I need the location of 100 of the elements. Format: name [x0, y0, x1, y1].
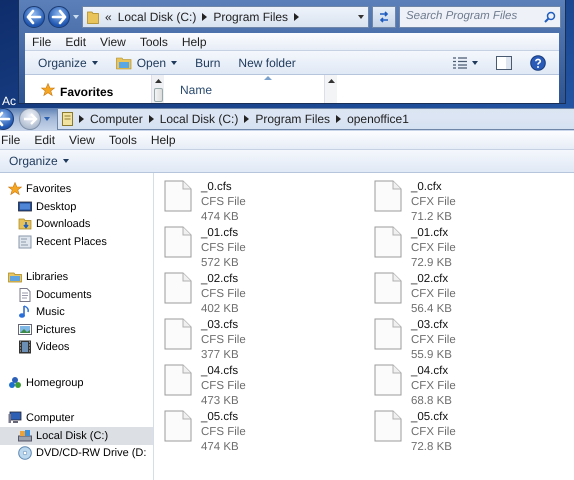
file-size: 474 KB [201, 440, 240, 454]
file-type: CFS File [201, 194, 246, 210]
toolbar-button[interactable]: Organize [2, 150, 76, 172]
file-type: CFS File [201, 378, 246, 394]
toolbar-button[interactable]: Burn [188, 52, 228, 74]
file-size: 72.8 KB [411, 440, 453, 454]
file-icon [164, 226, 192, 258]
scroll-thumb[interactable] [154, 88, 162, 102]
monitor-icon [18, 200, 32, 214]
breadcrumb-item[interactable]: Program Files [255, 110, 330, 128]
file-icon [374, 272, 402, 304]
dropdown-caret-icon [358, 14, 364, 18]
nav-item[interactable]: Local Disk (C:) [0, 427, 153, 444]
file-name[interactable]: _01.cfs [201, 226, 246, 240]
nav-item[interactable]: Videos [0, 338, 153, 356]
file-type: CFX File [411, 332, 456, 348]
file-size: 56.4 KB [411, 302, 453, 316]
help-icon [530, 54, 546, 70]
file-name[interactable]: _03.cfs [201, 318, 246, 332]
file-icon [164, 364, 192, 396]
breadcrumb-item[interactable]: Local Disk (C:) [160, 110, 238, 128]
breadcrumb-item[interactable]: Program Files [213, 8, 288, 26]
scrollbar[interactable] [151, 75, 164, 103]
breadcrumb-item[interactable]: Local Disk (C:) [118, 8, 196, 26]
caret-icon [62, 158, 69, 162]
menu-item[interactable]: Tools [132, 32, 175, 50]
toolbar-button[interactable]: Organize [31, 52, 105, 74]
chevron-icon [336, 115, 342, 124]
folder-icon [116, 56, 132, 70]
file-name[interactable]: _04.cfx [411, 364, 456, 378]
file-name[interactable]: _0.cfs [201, 180, 246, 194]
file-name[interactable]: _02.cfx [411, 272, 456, 286]
scrollbar[interactable] [324, 75, 337, 103]
file-type: CFX File [411, 194, 456, 210]
menu-item[interactable]: View [62, 130, 102, 148]
film-icon [18, 340, 32, 354]
menu-item[interactable]: Help [144, 130, 183, 148]
location-icon [62, 112, 73, 126]
file-name[interactable]: _05.cfs [201, 410, 246, 424]
history-dropdown-caret[interactable] [44, 117, 50, 122]
nav-item[interactable]: Favorites [25, 75, 151, 103]
file-icon [164, 272, 192, 304]
nav-item[interactable]: Recent Places [0, 233, 153, 250]
column-header[interactable]: Name [180, 83, 212, 97]
nav-item[interactable]: Downloads [0, 216, 153, 233]
folder-icon [18, 217, 32, 232]
nav-item[interactable]: Pictures [0, 321, 153, 338]
toolbar-button[interactable]: New folder [231, 52, 303, 74]
file-icon [374, 364, 402, 396]
file-icon [374, 180, 402, 212]
nav-item[interactable]: Music [0, 304, 153, 321]
nav-item[interactable]: Favorites [0, 180, 153, 198]
menu-item[interactable]: Tools [102, 130, 144, 148]
nav-item[interactable]: Documents [0, 286, 153, 304]
file-name[interactable]: _03.cfx [411, 318, 456, 332]
homegroup-icon [8, 376, 22, 390]
file-type: CFX File [411, 240, 456, 256]
nav-item[interactable]: DVD/CD-RW Drive (D: [0, 444, 153, 462]
file-size: 572 KB [201, 256, 240, 270]
toolbar-button[interactable]: Open [108, 52, 184, 74]
address-bar[interactable]: « Local Disk (C:) Program Files [82, 6, 369, 28]
file-size: 473 KB [201, 394, 240, 408]
music-note-icon [18, 305, 32, 320]
nav-item[interactable]: Desktop [0, 198, 153, 216]
file-name[interactable]: _02.cfs [201, 272, 246, 286]
menu-item[interactable]: Edit [58, 32, 94, 50]
star-icon [8, 182, 22, 196]
file-type: CFX File [411, 424, 456, 440]
nav-item[interactable]: Computer [0, 410, 153, 427]
menu-item[interactable]: View [93, 32, 133, 50]
file-type: CFS File [201, 240, 246, 256]
caret-icon [171, 60, 178, 64]
file-icon [164, 410, 192, 442]
nav-item[interactable]: Libraries [0, 268, 153, 286]
file-type: CFS File [201, 424, 246, 440]
file-name[interactable]: _01.cfx [411, 226, 456, 240]
breadcrumb-item[interactable]: openoffice1 [347, 110, 409, 128]
breadcrumb-overflow[interactable]: « [105, 8, 112, 26]
address-bar[interactable]: Computer Local Disk (C:) Program Files openoffice1 [57, 108, 574, 130]
scroll-up-icon [328, 79, 334, 83]
file-type: CFS File [201, 332, 246, 348]
scroll-up-icon [154, 79, 162, 83]
menu-item[interactable]: File [25, 32, 58, 50]
search-field[interactable]: Search Program Files [399, 6, 561, 28]
file-name[interactable]: _0.cfx [411, 180, 456, 194]
file-name[interactable]: _04.cfs [201, 364, 246, 378]
places-icon [18, 234, 32, 249]
forward-button[interactable] [48, 6, 70, 28]
breadcrumb-item[interactable]: Computer [90, 110, 143, 128]
file-size: 68.8 KB [411, 394, 453, 408]
star-icon [41, 83, 55, 97]
folder-icon [8, 270, 22, 284]
refresh-button[interactable] [372, 6, 396, 28]
menu-item[interactable]: Help [174, 32, 214, 50]
file-icon [374, 410, 402, 442]
menu-item[interactable]: Edit [27, 130, 62, 148]
back-button[interactable] [23, 6, 45, 28]
menu-item[interactable]: File [0, 130, 28, 148]
nav-item[interactable]: Homegroup [0, 374, 153, 392]
file-name[interactable]: _05.cfx [411, 410, 456, 424]
